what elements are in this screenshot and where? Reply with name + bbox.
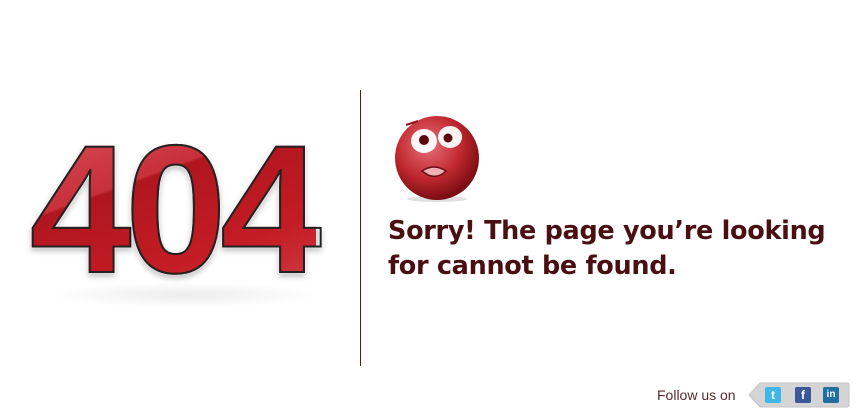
linkedin-icon[interactable]: in bbox=[823, 387, 839, 403]
follow-us-label: Follow us on bbox=[657, 387, 736, 403]
twitter-icon[interactable]: t bbox=[765, 387, 781, 403]
divider bbox=[360, 90, 361, 366]
facebook-icon[interactable]: f bbox=[795, 387, 811, 403]
error-code-404: 404 bbox=[29, 107, 323, 311]
worried-smiley-icon bbox=[395, 116, 479, 202]
error-message-line2: for cannot be found. bbox=[388, 251, 677, 281]
error-message-line1: Sorry! The page you’re looking bbox=[388, 216, 826, 246]
error-message: Sorry! The page you’re looking for canno… bbox=[388, 214, 826, 284]
